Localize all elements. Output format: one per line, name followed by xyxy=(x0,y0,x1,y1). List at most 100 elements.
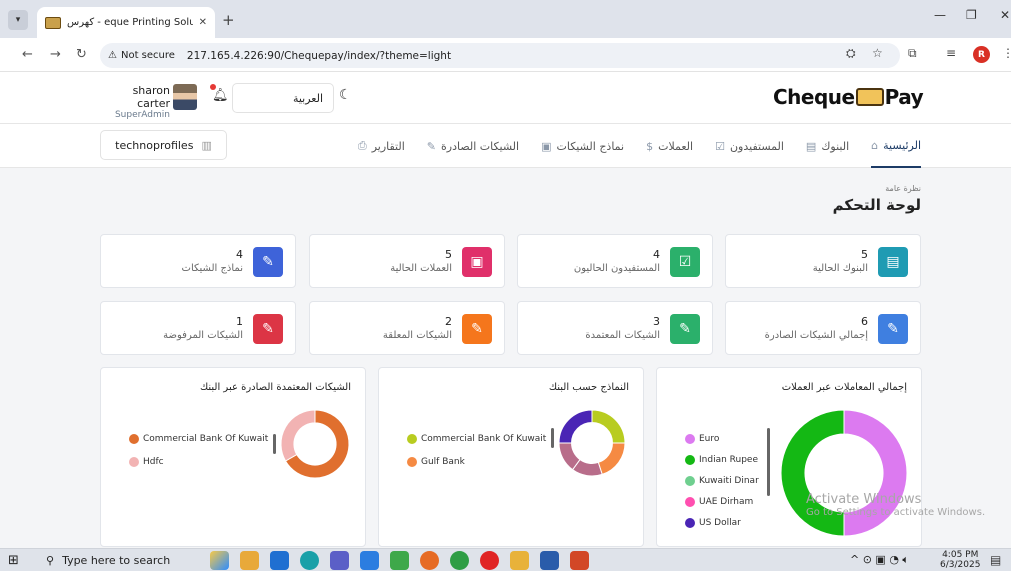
system-tray-icons[interactable]: ^ ⊙ ▣ ◔ 🔈︎ xyxy=(850,553,909,567)
taskbar-search[interactable]: ⚲ Type here to search xyxy=(46,550,226,571)
teams-icon[interactable] xyxy=(330,551,349,570)
app-icon[interactable] xyxy=(390,551,409,570)
donut-slice[interactable] xyxy=(591,409,626,444)
widgets-icon[interactable] xyxy=(210,551,229,570)
minimize-icon[interactable]: — xyxy=(934,8,946,22)
donut-slice[interactable] xyxy=(280,409,316,462)
vscode-icon[interactable] xyxy=(360,551,379,570)
stat-card[interactable]: ✎ 4 نماذج الشيكات xyxy=(100,234,296,288)
recorder-icon[interactable] xyxy=(480,551,499,570)
legend-item[interactable]: Indian Rupee xyxy=(685,455,759,465)
new-tab-button[interactable]: + xyxy=(222,11,235,29)
nav-item-label: الشيكات الصادرة xyxy=(441,139,520,153)
avatar[interactable] xyxy=(173,84,197,110)
nav-item-0[interactable]: ⌂ الرئيسية xyxy=(871,124,921,168)
donut-slice[interactable] xyxy=(597,442,626,476)
stat-card[interactable]: ✎ 3 الشيكات المعتمدة xyxy=(517,301,713,355)
legend-item[interactable]: Commercial Bank Of Kuwait xyxy=(407,434,546,444)
breadcrumb: نظرة عامة xyxy=(885,184,921,193)
stat-label: الشيكات المرفوضة xyxy=(163,330,243,341)
forward-icon[interactable]: → xyxy=(50,47,61,62)
reload-icon[interactable]: ↻ xyxy=(76,47,87,62)
notification-bell-icon[interactable]: 🔔︎ xyxy=(210,84,229,103)
stat-label: البنوك الحالية xyxy=(812,263,868,274)
file-explorer-icon[interactable] xyxy=(510,551,529,570)
restore-icon[interactable]: ❐ xyxy=(966,8,977,22)
bank-icon: ▤ xyxy=(805,139,817,153)
bookmark-star-icon[interactable]: ☆ xyxy=(872,46,883,60)
chrome-icon[interactable] xyxy=(450,551,469,570)
reading-list-icon[interactable]: ≡ xyxy=(946,46,956,60)
copilot-icon[interactable] xyxy=(240,551,259,570)
notification-center-icon[interactable]: ▤ xyxy=(990,553,1001,567)
stat-card[interactable]: ▤ 5 البنوك الحالية xyxy=(725,234,921,288)
stat-card[interactable]: ✎ 1 الشيكات المرفوضة xyxy=(100,301,296,355)
word-icon[interactable] xyxy=(540,551,559,570)
stat-card[interactable]: ✎ 6 إجمالي الشيكات الصادرة xyxy=(725,301,921,355)
legend-item[interactable]: Commercial Bank Of Kuwait xyxy=(129,434,268,444)
translate-icon[interactable]: ⛭ xyxy=(846,46,856,61)
nav-item-4[interactable]: ▣ نماذج الشيكات xyxy=(541,124,624,168)
user-role: SuperAdmin xyxy=(114,110,170,120)
chart-legend: Euro Indian Rupee Kuwaiti Dinar UAE Dirham U… xyxy=(685,434,759,528)
legend-item[interactable]: US Dollar xyxy=(685,518,759,528)
bank-icon: ▤ xyxy=(878,247,908,277)
building-icon: ▥ xyxy=(201,138,212,152)
nav-item-3[interactable]: $ العملات xyxy=(646,124,693,168)
clock-date: 6/3/2025 xyxy=(940,560,981,570)
legend-swatch xyxy=(129,457,139,467)
legend-swatch xyxy=(407,457,417,467)
powerpoint-icon[interactable] xyxy=(570,551,589,570)
extensions-icon[interactable]: ⧉ xyxy=(908,46,917,61)
stat-card[interactable]: ▣ 5 العملات الحالية xyxy=(309,234,505,288)
browser-menu-icon[interactable]: ⋮ xyxy=(1002,46,1011,60)
user-info[interactable]: sharon carter SuperAdmin xyxy=(100,84,170,120)
close-tab-icon[interactable]: ✕ xyxy=(199,17,207,28)
watermark-subtitle: Go to Settings to activate Windows. xyxy=(806,507,986,518)
main-navigation: technoprofiles ▥ ⌂ الرئيسية ▤ البنوك ☑ المستف… xyxy=(0,124,1011,168)
legend-item[interactable]: Euro xyxy=(685,434,759,444)
tab-search-button[interactable]: ▾ xyxy=(8,10,28,30)
taskbar-clock[interactable]: 4:05 PM 6/3/2025 xyxy=(940,550,980,570)
nav-item-2[interactable]: ☑ المستفيدون xyxy=(715,124,784,168)
pen-icon: ✎ xyxy=(670,314,700,344)
stat-label: الشيكات المعتمدة xyxy=(585,330,660,341)
stat-value: 2 xyxy=(445,315,452,328)
firefox-icon[interactable] xyxy=(420,551,439,570)
chart-panel-approved: الشيكات المعتمدة الصادرة عبر البنك Comme… xyxy=(100,367,366,547)
chart-title: النماذج حسب البنك xyxy=(548,382,629,393)
dollar-icon: $ xyxy=(646,139,654,153)
stat-value: 5 xyxy=(445,248,452,261)
notification-dot xyxy=(210,84,216,90)
close-window-icon[interactable]: ✕ xyxy=(1000,8,1010,22)
windows-start-icon[interactable]: ⊞ xyxy=(8,553,19,568)
legend-scrollbar[interactable] xyxy=(767,428,770,496)
legend-item[interactable]: Hdfc xyxy=(129,457,268,467)
legend-scrollbar[interactable] xyxy=(551,428,554,448)
legend-scrollbar[interactable] xyxy=(273,434,276,454)
profile-avatar[interactable]: R xyxy=(973,46,990,63)
organization-selector[interactable]: technoprofiles ▥ xyxy=(100,130,227,160)
legend-label: Kuwaiti Dinar xyxy=(699,476,759,486)
outlook-icon[interactable] xyxy=(270,551,289,570)
report-icon: ⎙ xyxy=(357,139,367,152)
language-switcher[interactable]: العربية xyxy=(232,83,334,113)
theme-toggle-icon[interactable]: ☾ xyxy=(339,87,352,103)
stat-card[interactable]: ☑ 4 المستفيدون الحاليون xyxy=(517,234,713,288)
nav-item-label: المستفيدون xyxy=(729,139,784,153)
legend-item[interactable]: Kuwaiti Dinar xyxy=(685,476,759,486)
stat-card[interactable]: ✎ 2 الشيكات المعلقة xyxy=(309,301,505,355)
nav-item-1[interactable]: ▤ البنوك xyxy=(806,124,849,168)
edge-icon[interactable] xyxy=(300,551,319,570)
legend-item[interactable]: UAE Dirham xyxy=(685,497,759,507)
address-bar[interactable]: ⚠ Not secure 217.165.4.226:90/Chequepay/… xyxy=(100,43,900,68)
url-text[interactable]: 217.165.4.226:90/Chequepay/index/?theme=… xyxy=(187,50,451,62)
browser-tab[interactable]: کهرس - eque Printing Solutions ✕ xyxy=(37,7,215,38)
nav-item-6[interactable]: ⎙ التقارير xyxy=(358,124,405,168)
nav-item-5[interactable]: ✎ الشيكات الصادرة xyxy=(427,124,519,168)
not-secure-indicator[interactable]: ⚠ Not secure xyxy=(108,50,175,61)
legend-label: Hdfc xyxy=(143,457,164,467)
donut-slice[interactable] xyxy=(558,409,593,444)
legend-item[interactable]: Gulf Bank xyxy=(407,457,546,467)
back-icon[interactable]: ← xyxy=(22,47,33,62)
